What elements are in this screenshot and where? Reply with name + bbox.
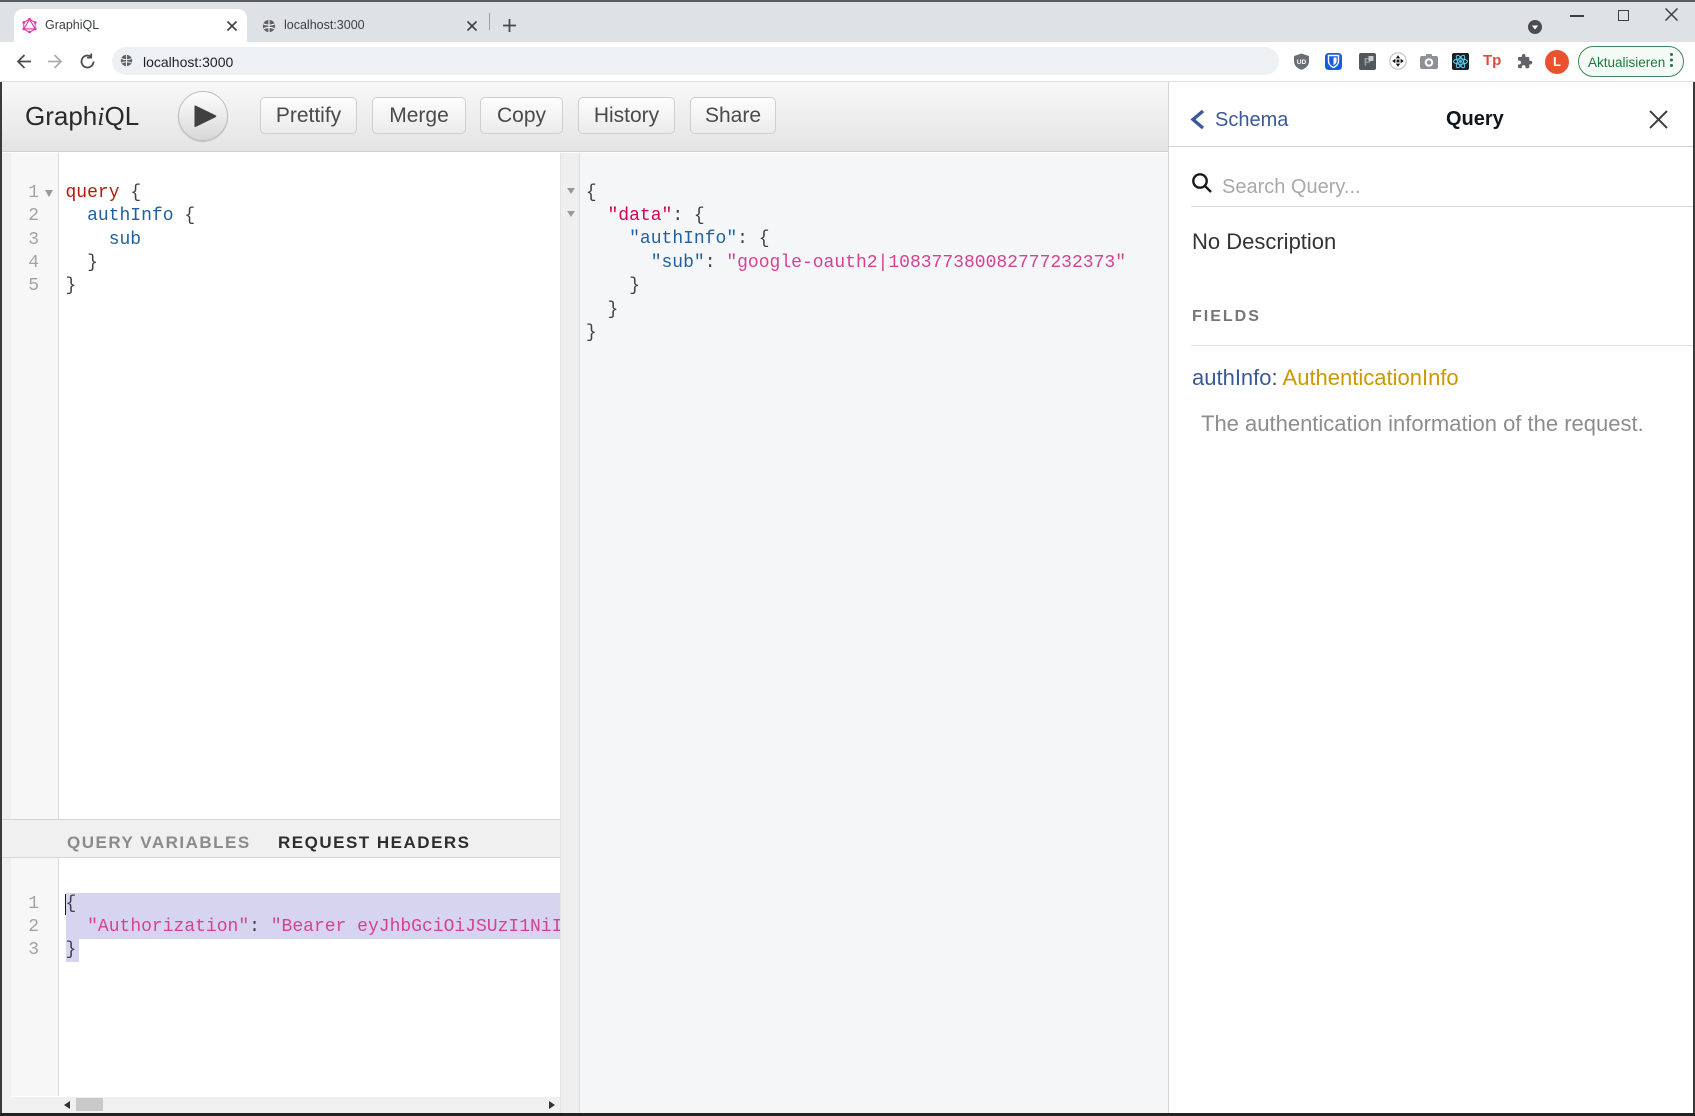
svg-text:UD: UD: [1297, 59, 1307, 66]
